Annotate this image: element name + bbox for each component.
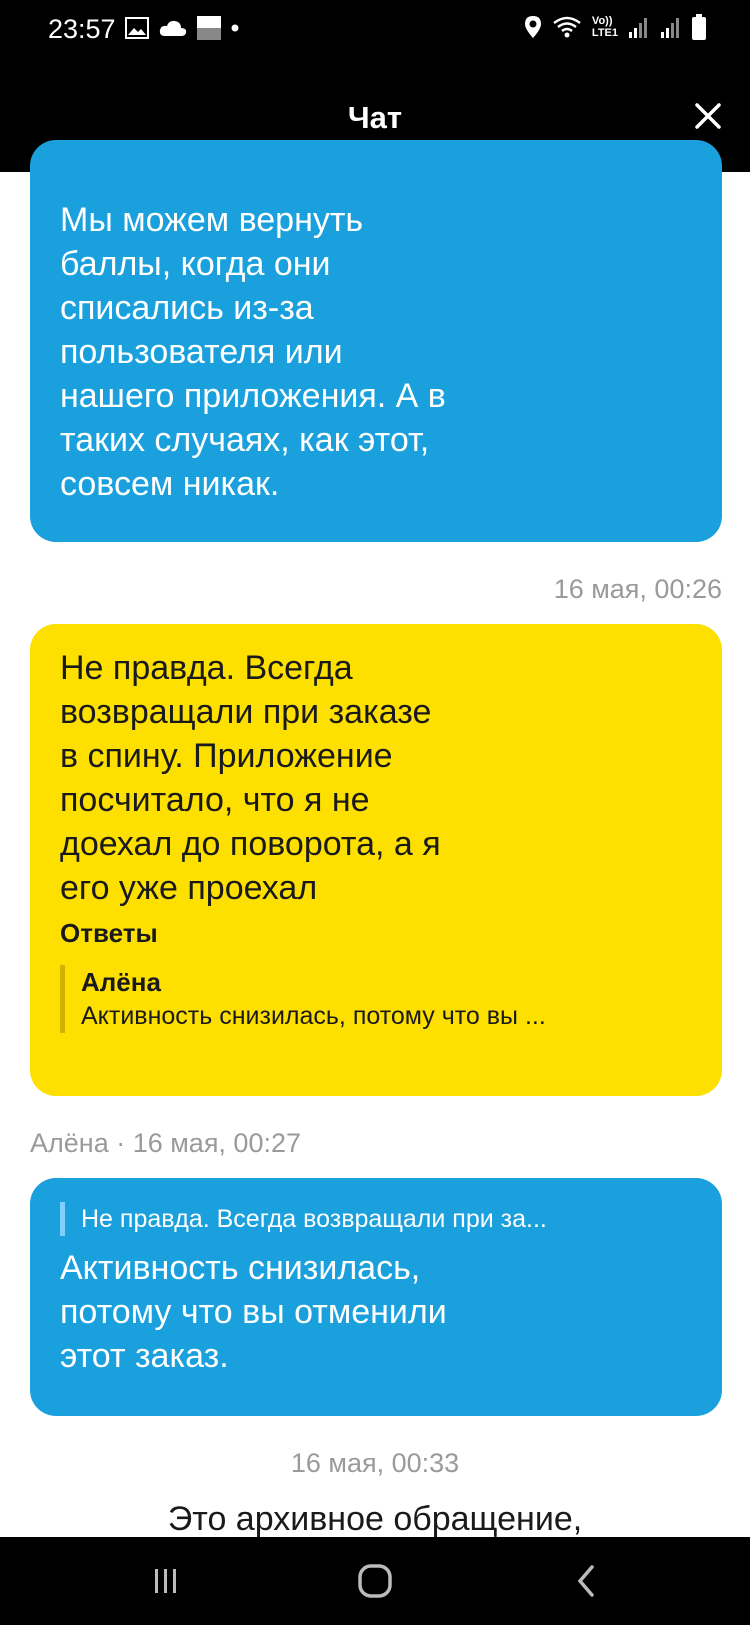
back-button[interactable]: [556, 1559, 616, 1603]
message-text: Мы можем вернуть баллы, когда они списал…: [60, 201, 446, 503]
location-icon: [524, 16, 541, 38]
lte-label: LTE1: [591, 27, 618, 39]
outgoing-message[interactable]: Не правда. Всегда возвращали при заказе …: [30, 624, 722, 1096]
recent-apps-icon: [155, 1569, 176, 1593]
home-button[interactable]: [345, 1559, 405, 1603]
incoming-message[interactable]: Мы можем вернуть баллы, когда они списал…: [30, 140, 722, 542]
replies-label: Ответы: [60, 918, 158, 948]
square-icon: [197, 16, 221, 40]
page-title: Чат: [347, 100, 403, 135]
quoted-message[interactable]: Не правда. Всегда возвращали при за...: [60, 1202, 692, 1236]
signal-icon: [629, 18, 647, 38]
message-author-meta: Алёна · 16 мая, 00:27: [30, 1128, 302, 1158]
message-text: Активность снизилась, потому что вы отме…: [60, 1249, 447, 1375]
volte-icon: Vo)) LTE1: [592, 15, 618, 39]
navigation-bar: [0, 1537, 750, 1625]
dot-icon: [231, 24, 239, 32]
archive-notice: Это архивное обращение,: [167, 1500, 583, 1538]
cloud-icon: [159, 20, 187, 36]
status-left-icons: [125, 16, 239, 40]
back-icon: [577, 1565, 594, 1597]
reply-author: Алёна: [81, 967, 161, 997]
status-right-icons: Vo)) LTE1: [524, 14, 706, 40]
message-timestamp: 16 мая, 00:33: [290, 1448, 460, 1478]
image-icon: [125, 17, 149, 39]
home-icon: [358, 1564, 392, 1598]
reply-preview[interactable]: Алёна Активность снизилась, потому что в…: [60, 965, 692, 1033]
message-text: Не правда. Всегда возвращали при заказе …: [60, 649, 441, 907]
status-bar: 23:57 Vo)) LTE1: [0, 0, 750, 58]
recent-apps-button[interactable]: [136, 1559, 196, 1603]
reply-text: Активность снизилась, потому что вы ...: [81, 1002, 546, 1030]
wifi-icon: [553, 16, 581, 38]
signal-icon: [661, 18, 679, 38]
close-icon[interactable]: [688, 96, 728, 136]
incoming-message[interactable]: Не правда. Всегда возвращали при за... А…: [30, 1178, 722, 1416]
status-time: 23:57: [48, 14, 116, 44]
volte-label: Vo)): [591, 15, 613, 27]
battery-icon: [692, 14, 706, 40]
message-timestamp: 16 мая, 00:26: [553, 574, 722, 604]
